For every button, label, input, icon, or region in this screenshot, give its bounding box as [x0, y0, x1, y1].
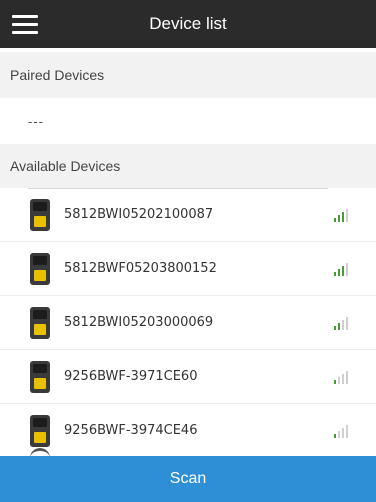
page-title: Device list	[149, 14, 227, 33]
signal-strength-icon	[334, 316, 350, 330]
gas-detector-icon	[30, 414, 50, 447]
device-screen	[33, 363, 47, 373]
signal-bar	[334, 217, 336, 222]
device-name: 9256BWF-3971CE60	[64, 369, 198, 384]
device-badge	[34, 215, 46, 227]
device-name: 5812BWF05203800152	[64, 261, 217, 276]
device-row[interactable]: 9256BWF-3974CE46	[0, 404, 376, 456]
signal-bar	[346, 316, 348, 330]
device-name: 9256BWF-3974CE46	[64, 423, 198, 438]
signal-bar	[346, 370, 348, 384]
device-screen	[33, 255, 47, 265]
signal-bar	[338, 430, 340, 438]
paired-devices-empty: ---	[28, 114, 44, 129]
gas-detector-icon	[30, 360, 50, 393]
signal-strength-icon	[334, 208, 350, 222]
device-screen	[33, 417, 47, 427]
hamburger-menu-icon[interactable]	[12, 10, 40, 38]
signal-bar	[342, 373, 344, 384]
device-badge	[34, 377, 46, 389]
gas-detector-icon	[30, 252, 50, 285]
signal-bar	[346, 424, 348, 438]
device-badge	[34, 269, 46, 281]
device-row[interactable]: 9256BWF-3971CE60	[0, 350, 376, 404]
device-badge	[34, 323, 46, 335]
device-row[interactable]: 5812BWF05203800152	[0, 242, 376, 296]
device-screen	[33, 309, 47, 319]
signal-bar	[342, 265, 344, 276]
gas-detector-icon	[30, 306, 50, 339]
available-devices-heading: Available Devices	[0, 144, 376, 188]
signal-bar	[342, 211, 344, 222]
device-badge	[34, 431, 46, 443]
device-row[interactable]: 5812BWI05203000069	[0, 296, 376, 350]
available-device-list: 5812BWI05202100087 5812BWF05203800152 5812…	[0, 188, 376, 456]
signal-strength-icon	[334, 424, 350, 438]
device-screen	[33, 201, 47, 211]
signal-strength-icon	[334, 370, 350, 384]
signal-bar	[346, 262, 348, 276]
signal-bar	[338, 214, 340, 222]
signal-bar	[338, 268, 340, 276]
signal-bar	[342, 427, 344, 438]
signal-bar	[338, 322, 340, 330]
menu-line	[12, 14, 38, 18]
device-name: 5812BWI05202100087	[64, 207, 214, 222]
app-header: Device list	[0, 0, 376, 48]
signal-bar	[334, 433, 336, 438]
signal-bar	[342, 319, 344, 330]
menu-line	[12, 30, 38, 34]
gas-detector-icon	[30, 198, 50, 231]
signal-bar	[338, 376, 340, 384]
signal-bar	[346, 208, 348, 222]
signal-bar	[334, 271, 336, 276]
signal-bar	[334, 325, 336, 330]
signal-strength-icon	[334, 262, 350, 276]
device-row[interactable]: 5812BWI05202100087	[0, 188, 376, 242]
signal-bar	[334, 379, 336, 384]
device-name: 5812BWI05203000069	[64, 315, 214, 330]
menu-line	[12, 22, 38, 26]
paired-devices-heading: Paired Devices	[0, 52, 376, 98]
scan-button[interactable]: Scan	[0, 456, 376, 502]
